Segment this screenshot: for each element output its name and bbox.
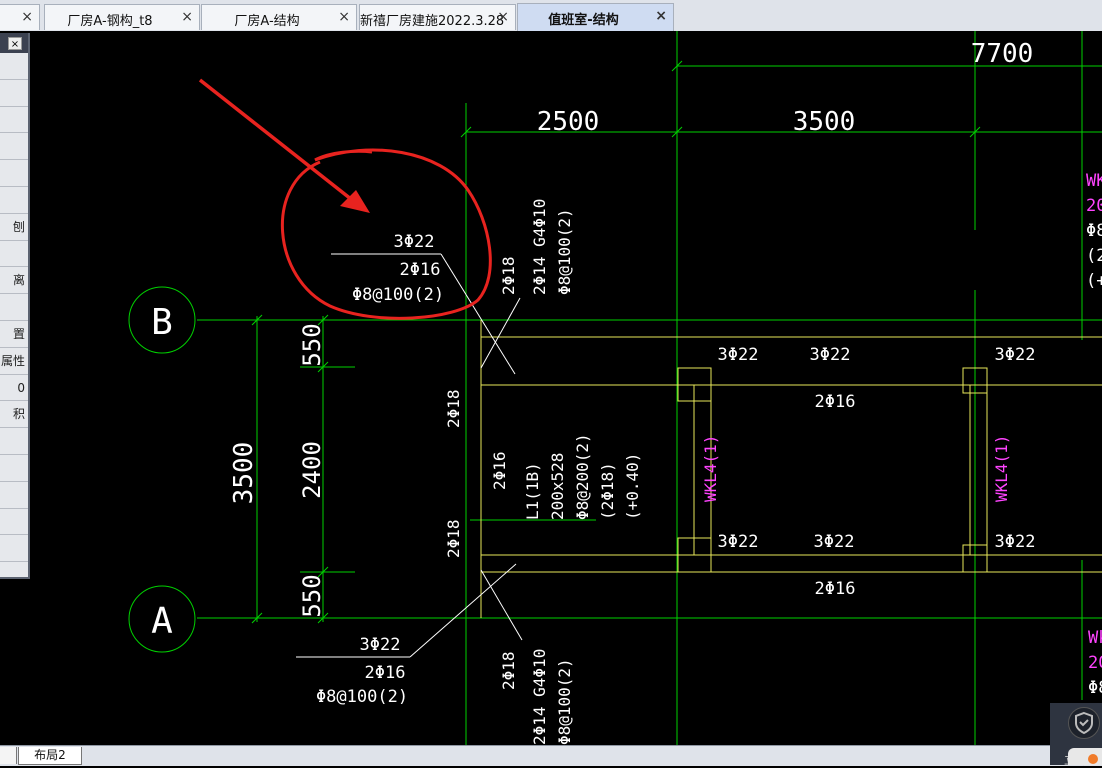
close-icon[interactable]: ×: [181, 9, 193, 25]
beam-bottom-left-line3: Φ8@100(2): [316, 687, 408, 707]
palette-row[interactable]: 0: [0, 375, 28, 402]
bottom-rebar-2: 3Φ22: [814, 532, 855, 552]
tab-partial[interactable]: ×: [0, 4, 40, 30]
property-palette: × 刨 离 置 属性 0 积: [0, 33, 30, 579]
dim-left-bottom: 550: [298, 574, 326, 617]
grid-label-a: A: [151, 601, 173, 642]
close-icon[interactable]: ×: [21, 9, 33, 25]
tab-steel-structure[interactable]: 厂房A-钢构_t8 ×: [44, 4, 200, 30]
palette-row[interactable]: 刨: [0, 214, 28, 241]
wkl-label-2: WKL4(1): [992, 435, 1011, 502]
col-top-c: Φ8@100(2): [555, 208, 574, 295]
beam-bottom-left-line1: 3Φ22: [360, 635, 401, 655]
side-left-a: 2Φ18: [444, 389, 463, 428]
beam-top-left-line3: Φ8@100(2): [352, 285, 444, 305]
palette-row[interactable]: [0, 428, 28, 455]
layout-tab-2[interactable]: 布局2: [18, 747, 82, 765]
bottom-rebar-1: 3Φ22: [718, 532, 759, 552]
l1-line6: (+0.40): [623, 453, 642, 520]
palette-row[interactable]: [0, 107, 28, 134]
tab-structure[interactable]: 厂房A-结构 ×: [201, 4, 357, 30]
tab-label: 厂房A-钢构_t8: [67, 14, 153, 29]
grid-label-b: B: [151, 302, 173, 343]
right-top-partial-1: WK: [1086, 171, 1102, 191]
palette-row[interactable]: 积: [0, 401, 28, 429]
l1-line3: 200x528: [548, 453, 567, 520]
palette-row[interactable]: [0, 455, 28, 482]
col-bottom-b: 2Φ14 G4Φ10: [530, 649, 549, 745]
palette-close-icon[interactable]: ×: [8, 37, 22, 50]
bottom-mid-rebar: 2Φ16: [815, 579, 856, 599]
top-mid-rebar: 2Φ16: [815, 392, 856, 412]
right-top-partial-5: (+: [1086, 271, 1102, 291]
palette-row[interactable]: [0, 133, 28, 161]
status-dot-icon: [1088, 754, 1098, 764]
beam-bottom-left-line2: 2Φ16: [365, 663, 406, 683]
col-top-a: 2Φ18: [499, 256, 518, 295]
dim-left-top: 550: [298, 323, 326, 366]
bottom-rebar-3: 3Φ22: [995, 532, 1036, 552]
dim-left-total: 3500: [229, 442, 259, 505]
palette-row[interactable]: [0, 53, 28, 80]
right-top-partial-2: 20: [1086, 196, 1102, 216]
shield-icon: [1068, 707, 1100, 739]
palette-header: ×: [0, 33, 28, 53]
top-rebar-1: 3Φ22: [718, 345, 759, 365]
palette-row[interactable]: [0, 509, 28, 536]
right-top-partial-3: Φ8: [1086, 221, 1102, 241]
dim-span-1: 2500: [537, 107, 600, 137]
cad-drawing-canvas[interactable]: B A 7700 2500 3500 3500 550 2400 550 3Φ2…: [0, 31, 1102, 745]
col-bottom-c: Φ8@100(2): [555, 658, 574, 745]
l1-line2: L1(1B): [523, 462, 542, 520]
dim-overall: 7700: [971, 39, 1034, 69]
beam-top-left-line2: 2Φ16: [400, 260, 441, 280]
tab-label: 厂房A-结构: [234, 14, 300, 29]
palette-row[interactable]: [0, 241, 28, 268]
layout-tab-bar: 布局2: [0, 745, 1102, 766]
col-top-b: 2Φ14 G4Φ10: [530, 199, 549, 295]
col-bottom-a: 2Φ18: [499, 651, 518, 690]
palette-row[interactable]: [0, 187, 28, 214]
wkl-label-1: WKL4(1): [701, 435, 720, 502]
document-tab-bar: × 厂房A-钢构_t8 × 厂房A-结构 × 新禧厂房建施2022.3.28 ×…: [0, 0, 1102, 32]
l1-line1: 2Φ16: [490, 451, 509, 490]
right-bottom-partial-2: 20: [1088, 653, 1102, 673]
right-bottom-partial-3: Φ8: [1088, 678, 1102, 698]
palette-row[interactable]: 离: [0, 267, 28, 295]
palette-row[interactable]: [0, 482, 28, 509]
palette-row[interactable]: [0, 80, 28, 107]
palette-row[interactable]: [0, 160, 28, 187]
palette-row[interactable]: [0, 294, 28, 321]
right-bottom-partial-1: Wk: [1088, 628, 1102, 648]
tab-label: 值班室-结构: [548, 13, 619, 28]
dim-span-2: 3500: [793, 107, 856, 137]
palette-row[interactable]: 属性: [0, 348, 28, 375]
beam-top-left-line1: 3Φ22: [394, 232, 435, 252]
top-rebar-2: 3Φ22: [810, 345, 851, 365]
close-icon[interactable]: ×: [655, 8, 667, 24]
close-icon[interactable]: ×: [338, 9, 350, 25]
side-left-b: 2Φ18: [444, 519, 463, 558]
close-icon[interactable]: ×: [497, 9, 509, 25]
palette-row[interactable]: 置: [0, 321, 28, 348]
top-rebar-3: 3Φ22: [995, 345, 1036, 365]
layout-tab-partial[interactable]: [0, 747, 17, 764]
palette-row[interactable]: [0, 535, 28, 563]
l1-line4: Φ8@200(2): [573, 433, 592, 520]
floating-widget[interactable]: [1068, 748, 1102, 765]
right-top-partial-4: (2: [1086, 246, 1102, 266]
dim-left-middle: 2400: [298, 441, 326, 499]
tab-duty-room-structure[interactable]: 值班室-结构 ×: [517, 3, 674, 31]
l1-line5: (2Φ18): [598, 462, 617, 520]
tab-architecture[interactable]: 新禧厂房建施2022.3.28 ×: [359, 4, 516, 30]
tab-label: 新禧厂房建施2022.3.28: [360, 14, 505, 29]
